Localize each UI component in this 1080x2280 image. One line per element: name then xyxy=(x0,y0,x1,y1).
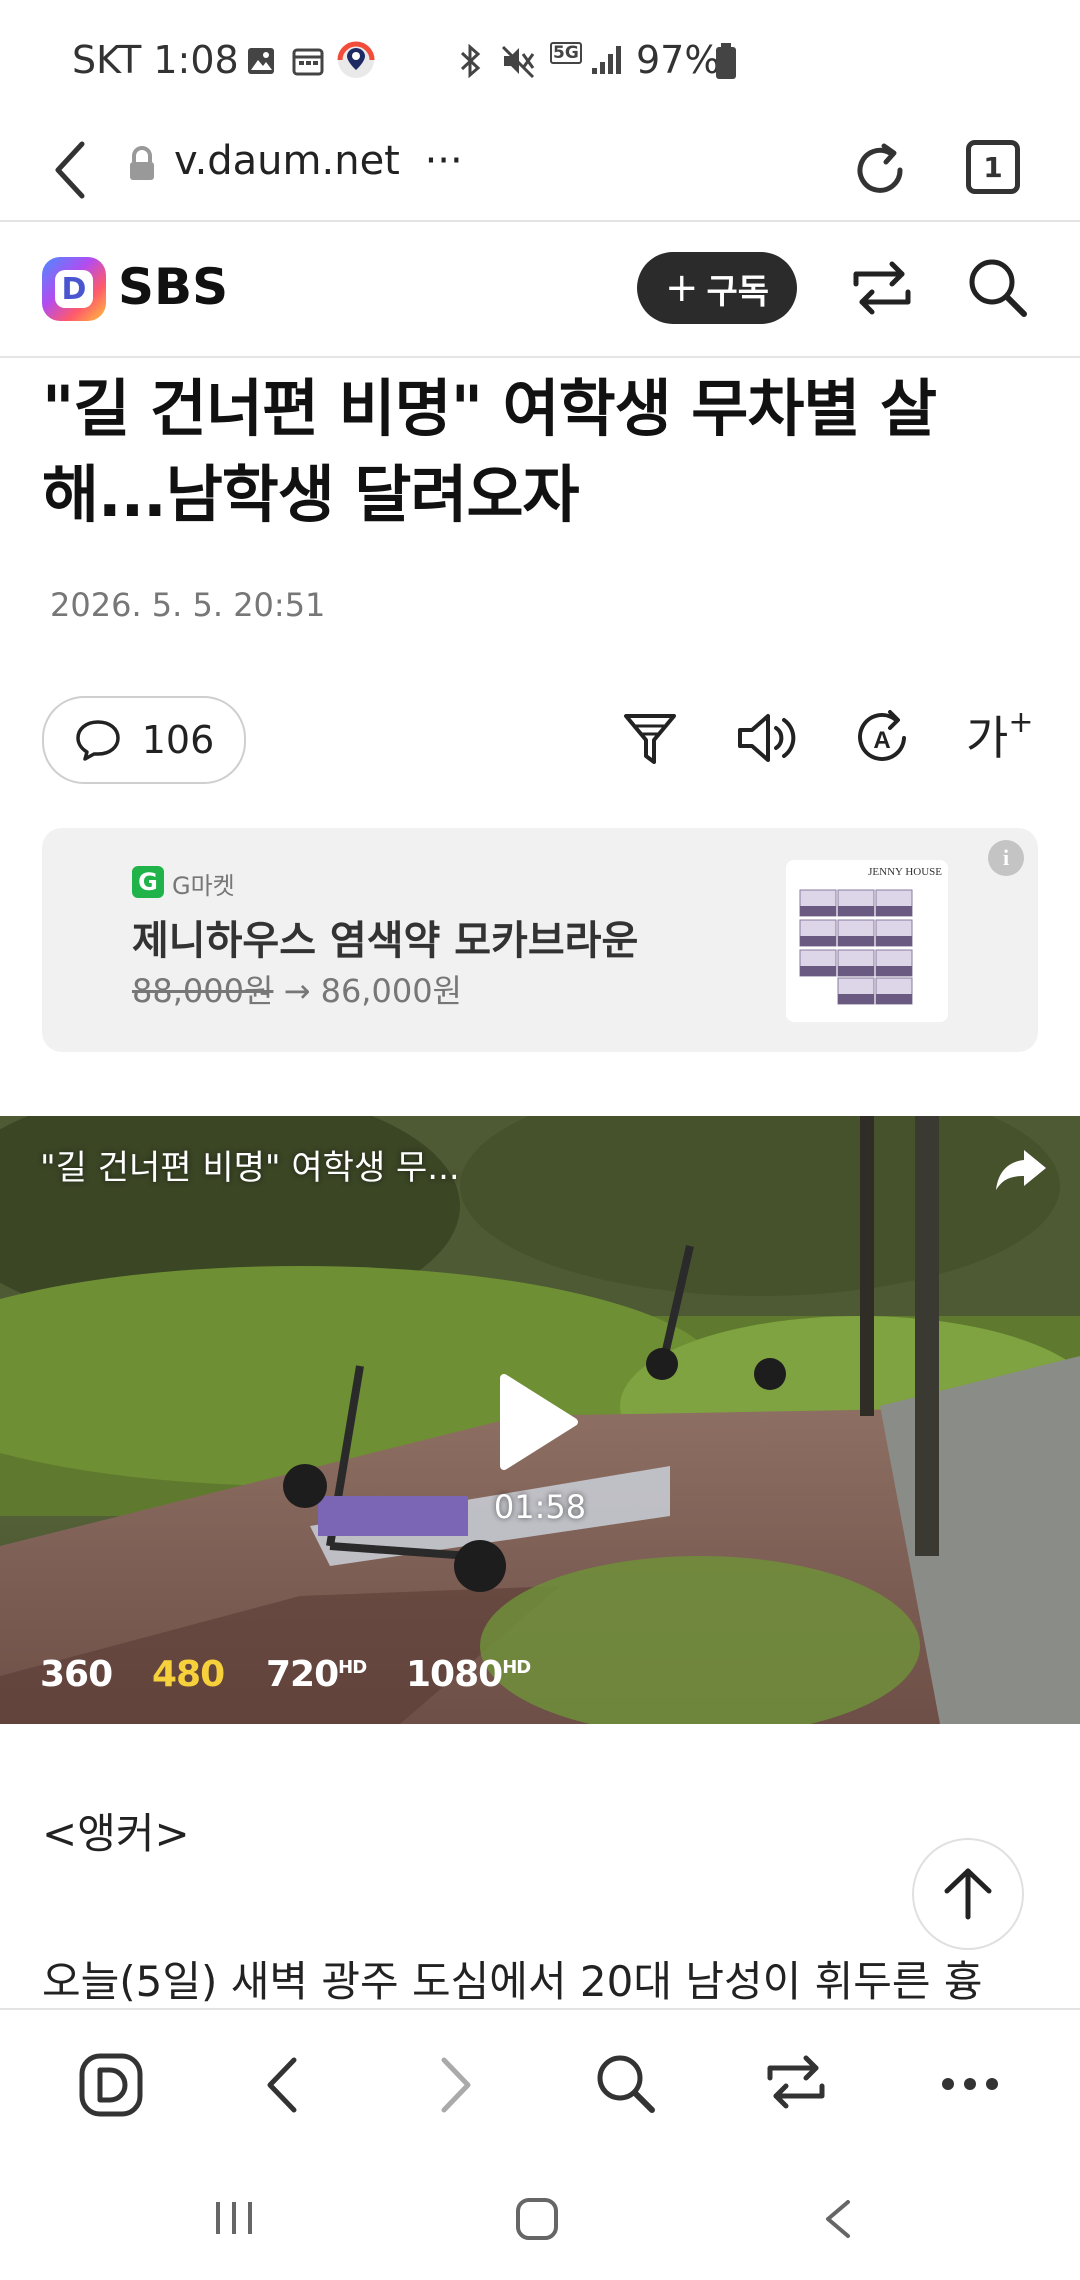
map-notification-icon xyxy=(337,41,375,78)
recent-apps-icon[interactable] xyxy=(212,2198,256,2238)
share-icon[interactable] xyxy=(850,258,914,318)
url-field[interactable]: v.daum.net ··· xyxy=(174,138,463,184)
quality-480[interactable]: 480 xyxy=(152,1654,225,1695)
system-navigation-bar xyxy=(0,2158,1080,2280)
translate-icon[interactable]: A xyxy=(852,706,912,770)
ad-original-price: 88,000원 xyxy=(132,972,274,1010)
url-more: ··· xyxy=(424,138,463,184)
video-duration: 01:58 xyxy=(493,1488,587,1526)
scroll-top-button[interactable] xyxy=(912,1838,1024,1950)
news-header: D SBS + 구독 xyxy=(0,222,1080,358)
video-player[interactable]: "길 건너편 비명" 여학생 무... 01:58 360 480 720HD … xyxy=(0,1116,1080,1724)
bottom-navigation xyxy=(0,2008,1080,2160)
home-icon[interactable] xyxy=(514,2196,560,2242)
ad-brand: G마켓 xyxy=(172,872,235,900)
gallery-notification-icon xyxy=(248,48,274,74)
daum-logo-letter: D xyxy=(55,270,93,308)
video-share-icon[interactable] xyxy=(994,1146,1048,1192)
arrow-up-icon xyxy=(944,1868,992,1920)
font-size-button[interactable]: 가+ xyxy=(966,702,1033,768)
video-title: "길 건너편 비명" 여학생 무... xyxy=(40,1148,460,1188)
subscribe-button[interactable]: + 구독 xyxy=(637,252,797,324)
daum-home-icon[interactable] xyxy=(78,2052,144,2118)
quality-360[interactable]: 360 xyxy=(40,1654,113,1695)
article-date: 2026. 5. 5. 20:51 xyxy=(50,586,326,624)
gmarket-logo: G xyxy=(132,866,164,898)
carrier-time: SKT 1:08 xyxy=(72,38,239,82)
search-icon[interactable] xyxy=(966,256,1030,320)
quality-720[interactable]: 720HD xyxy=(266,1654,367,1695)
network-5g-indicator: 5G xyxy=(550,42,582,78)
battery-icon xyxy=(716,43,736,79)
calendar-notification-icon xyxy=(292,48,324,76)
lock-icon xyxy=(130,146,154,180)
browser-toolbar: v.daum.net ··· 1 xyxy=(0,120,1080,222)
system-back-icon[interactable] xyxy=(820,2196,856,2242)
share-icon[interactable] xyxy=(764,2052,828,2112)
comment-icon xyxy=(75,720,120,761)
reload-icon[interactable] xyxy=(850,140,910,200)
ad-sale-price: 86,000원 xyxy=(320,972,462,1010)
publisher-name[interactable]: SBS xyxy=(118,258,228,316)
browser-back-icon[interactable] xyxy=(50,138,90,202)
summary-funnel-icon[interactable] xyxy=(620,708,680,768)
bluetooth-icon xyxy=(460,44,481,78)
forward-icon[interactable] xyxy=(434,2052,478,2118)
ad-price-arrow: → xyxy=(283,972,311,1010)
quality-1080[interactable]: 1080HD xyxy=(406,1654,531,1695)
article-title-line1: "길 건너편 비명" 여학생 무차별 살 xyxy=(42,372,937,445)
status-bar: SKT 1:08 5G 97% xyxy=(0,0,1080,120)
comment-count: 106 xyxy=(141,718,215,762)
font-size-label: 가 xyxy=(966,711,1009,765)
mute-icon xyxy=(501,45,535,78)
search-icon[interactable] xyxy=(594,2052,658,2116)
url-text: v.daum.net xyxy=(174,138,400,184)
signal-icon xyxy=(592,46,621,74)
article-title-line2: 해...남학생 달려오자 xyxy=(42,458,580,531)
ad-product-name: 제니하우스 염색약 모카브라운 xyxy=(132,918,639,964)
body-anchor-label: <앵커> xyxy=(42,1809,190,1858)
article-title: "길 건너편 비명" 여학생 무차별 살 해...남학생 달려오자 xyxy=(42,366,1042,538)
ad-info-icon[interactable]: i xyxy=(988,840,1024,876)
plus-icon: + xyxy=(664,265,699,311)
font-size-plus: + xyxy=(1008,705,1034,740)
ad-price: 88,000원 → 86,000원 xyxy=(132,966,462,1012)
text-to-speech-icon[interactable] xyxy=(734,708,798,768)
comment-button[interactable]: 106 xyxy=(42,696,246,784)
svg-text:A: A xyxy=(873,727,890,754)
subscribe-label: 구독 xyxy=(706,271,770,312)
ad-banner[interactable]: G G마켓 제니하우스 염색약 모카브라운 88,000원 → 86,000원 … xyxy=(42,828,1038,1052)
ad-product-image: JENNY HOUSE xyxy=(786,860,948,1022)
battery-percent: 97% xyxy=(636,38,721,82)
play-icon[interactable] xyxy=(494,1372,580,1472)
body-first-line: 오늘(5일) 새벽 광주 도심에서 20대 남성이 휘두른 흉 xyxy=(42,1957,983,2006)
back-icon[interactable] xyxy=(260,2052,304,2118)
tab-count: 1 xyxy=(983,150,1003,184)
more-icon[interactable] xyxy=(938,2072,1002,2096)
tab-count-button[interactable]: 1 xyxy=(966,140,1020,194)
daum-logo[interactable]: D xyxy=(42,257,106,321)
